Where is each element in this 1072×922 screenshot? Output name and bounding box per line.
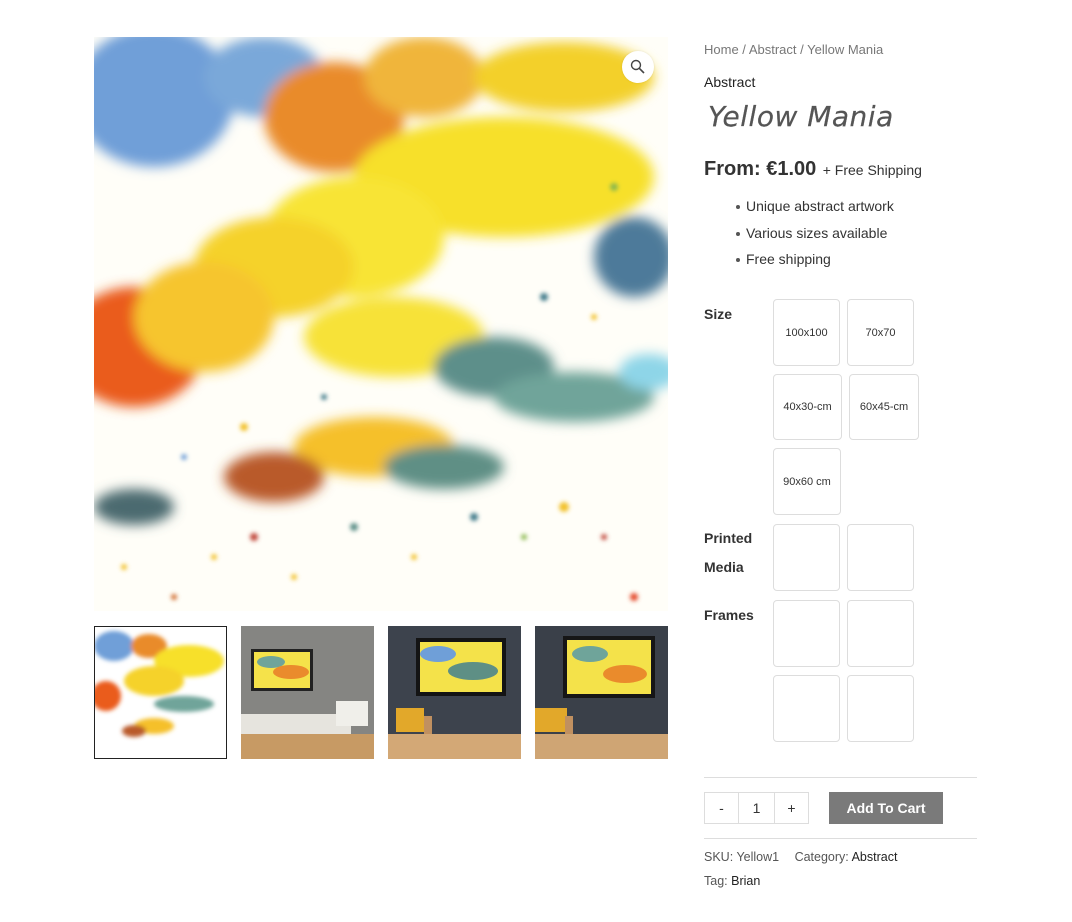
thumbnail-painting <box>94 626 227 759</box>
product-gallery <box>94 37 668 759</box>
frame-option[interactable] <box>847 675 914 742</box>
breadcrumb-category[interactable]: Abstract <box>749 42 797 57</box>
magnifier-icon <box>630 59 645 74</box>
printed-media-label-line1: Printed <box>704 530 753 546</box>
feature-list: Unique abstract artwork Various sizes av… <box>736 198 894 278</box>
breadcrumb-separator: / <box>796 42 808 57</box>
breadcrumb: Home / Abstract / Yellow Mania <box>704 42 883 57</box>
printed-media-label: Printed Media <box>704 524 752 582</box>
printed-media-option[interactable] <box>847 524 914 591</box>
breadcrumb-home[interactable]: Home <box>704 42 739 57</box>
quantity-input[interactable]: 1 <box>739 793 775 823</box>
thumbnail-3[interactable] <box>388 626 521 759</box>
shipping-note: + Free Shipping <box>822 162 922 178</box>
printed-media-label-line2: Media <box>704 559 744 575</box>
product-category-label: Abstract <box>704 74 756 90</box>
feature-item: Unique abstract artwork <box>736 198 894 225</box>
breadcrumb-current: Yellow Mania <box>807 42 884 57</box>
product-title: Yellow Mania <box>708 100 894 133</box>
product-meta-line2: Tag: Brian <box>704 874 760 888</box>
frame-option[interactable] <box>773 600 840 667</box>
size-option-40x30[interactable]: 40x30-cm <box>773 374 842 440</box>
feature-item: Free shipping <box>736 251 894 278</box>
size-option-90x60[interactable]: 90x60 cm <box>773 448 841 515</box>
thumbnail-2[interactable] <box>241 626 374 759</box>
divider <box>704 838 977 839</box>
add-to-cart-button[interactable]: Add To Cart <box>829 792 943 824</box>
breadcrumb-separator: / <box>738 42 749 57</box>
main-product-image[interactable] <box>94 37 668 611</box>
room-mockup-dark <box>388 626 521 759</box>
quantity-increase-button[interactable]: + <box>775 793 808 823</box>
size-label: Size <box>704 306 733 322</box>
meta-category-label: Category: <box>794 850 849 864</box>
zoom-button[interactable] <box>622 51 654 83</box>
sku-value: Yellow1 <box>736 850 780 864</box>
thumbnail-strip <box>94 626 668 759</box>
tag-label: Tag: <box>704 874 728 888</box>
size-option-70x70[interactable]: 70x70 <box>847 299 914 366</box>
quantity-stepper: - 1 + <box>704 792 809 824</box>
divider <box>704 777 977 778</box>
room-mockup-concrete <box>241 626 374 759</box>
thumbnail-1[interactable] <box>94 626 227 759</box>
printed-media-option[interactable] <box>773 524 840 591</box>
sku-label: SKU: <box>704 850 734 864</box>
tag-link[interactable]: Brian <box>731 874 760 888</box>
price: From: €1.00 <box>704 158 817 180</box>
room-mockup-dark-chair <box>535 626 668 759</box>
size-option-60x45[interactable]: 60x45-cm <box>849 374 919 440</box>
size-option-100x100[interactable]: 100x100 <box>773 299 840 366</box>
frame-option[interactable] <box>773 675 840 742</box>
frame-option[interactable] <box>847 600 914 667</box>
frames-label: Frames <box>704 607 754 623</box>
thumbnail-4[interactable] <box>535 626 668 759</box>
abstract-painting-image <box>94 37 668 611</box>
quantity-decrease-button[interactable]: - <box>705 793 739 823</box>
feature-item: Various sizes available <box>736 225 894 252</box>
product-meta-line1: SKU: Yellow1 Category: Abstract <box>704 850 897 864</box>
price-row: From: €1.00 + Free Shipping <box>704 158 922 181</box>
meta-category-link[interactable]: Abstract <box>852 850 898 864</box>
